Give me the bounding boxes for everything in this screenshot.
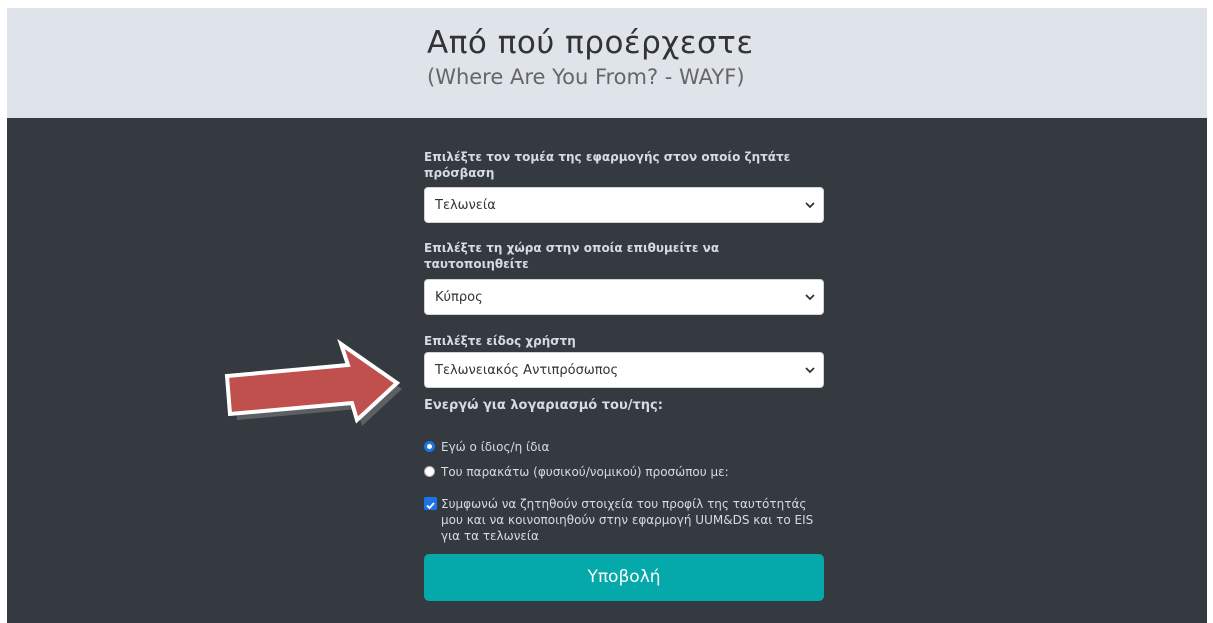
- user-type-label: Επιλέξτε είδος χρήστη: [424, 334, 576, 348]
- submit-button[interactable]: Υποβολή: [424, 554, 824, 601]
- page-header: Από πού προέρχεστε (Where Are You From? …: [7, 8, 1207, 118]
- form-panel: Επιλέξτε τον τομέα της εφαρμογής στον οπ…: [7, 118, 1207, 623]
- radio-other-label: Του παρακάτω (φυσικού/νομικού) προσώπου …: [441, 465, 729, 479]
- consent-text: Συμφωνώ να ζητηθούν στοιχεία του προφίλ …: [441, 497, 814, 543]
- country-label: Επιλέξτε τη χώρα στην οποία επιθυμείτε ν…: [424, 241, 720, 271]
- consent-checkbox[interactable]: [424, 497, 437, 510]
- user-type-select[interactable]: Τελωνειακός Αντιπρόσωπος: [424, 352, 824, 388]
- chevron-down-icon: [805, 202, 815, 209]
- radio-self-label: Εγώ ο ίδιος/η ίδια: [441, 440, 550, 454]
- chevron-down-icon: [805, 294, 815, 301]
- chevron-down-icon: [805, 367, 815, 374]
- country-select-value: Κύπρος: [435, 290, 483, 305]
- sector-select-value: Τελωνεία: [435, 198, 496, 213]
- radio-other[interactable]: [424, 466, 435, 477]
- sector-select[interactable]: Τελωνεία: [424, 187, 824, 223]
- sector-label: Επιλέξτε τον τομέα της εφαρμογής στον οπ…: [424, 150, 791, 180]
- country-select[interactable]: Κύπρος: [424, 279, 824, 315]
- page-subtitle: (Where Are You From? - WAYF): [427, 65, 745, 89]
- arrow-right-icon: [224, 338, 402, 426]
- checkmark-icon: [426, 502, 435, 510]
- acting-for-label: Ενεργώ για λογαριασμό του/της:: [424, 398, 663, 413]
- radio-self[interactable]: [424, 441, 435, 452]
- page-title: Από πού προέρχεστε: [427, 25, 754, 61]
- user-type-select-value: Τελωνειακός Αντιπρόσωπος: [435, 363, 619, 378]
- wayf-page: Από πού προέρχεστε (Where Are You From? …: [7, 8, 1207, 623]
